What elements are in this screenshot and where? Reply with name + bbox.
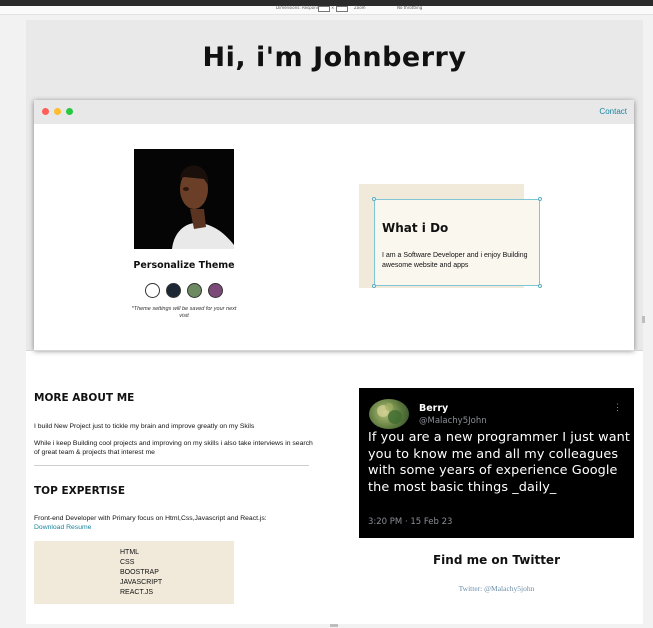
avatar <box>369 399 409 429</box>
theme-swatch-green[interactable] <box>187 283 202 298</box>
skill-item: HTML <box>120 549 140 556</box>
theme-swatch-navy[interactable] <box>166 283 181 298</box>
contact-link[interactable]: Contact <box>599 107 627 116</box>
resize-handle[interactable] <box>538 197 542 201</box>
resize-handle[interactable] <box>372 197 376 201</box>
portfolio-page: Hi, i'm Johnberry Contact Personalize Th <box>26 20 643 624</box>
expertise-text: Front-end Developer with Primary focus o… <box>34 514 319 532</box>
about-paragraph-1: I build New Project just to tickle my br… <box>34 423 255 430</box>
more-options-icon[interactable]: ⋮ <box>613 402 622 413</box>
section-divider <box>26 350 643 351</box>
hero-section: Hi, i'm Johnberry Contact Personalize Th <box>26 20 643 350</box>
minimize-dot-icon <box>54 108 61 115</box>
profile-photo <box>134 149 234 249</box>
scrollbar-handle[interactable] <box>642 316 645 323</box>
expertise-title: TOP EXPERTISE <box>34 485 125 497</box>
zoom-dropdown[interactable]: Zoom <box>354 5 366 10</box>
theme-swatch-white[interactable] <box>145 283 160 298</box>
resize-grip[interactable] <box>330 624 338 627</box>
tweet-text: If you are a new programmer I just want … <box>368 430 631 495</box>
expertise-description: Front-end Developer with Primary focus o… <box>34 515 267 522</box>
skill-item: CSS <box>120 559 135 566</box>
theme-swatch-purple[interactable] <box>208 283 223 298</box>
skills-box: HTML CSS BOOSTRAP JAVASCRIPT REACT.JS <box>34 541 234 604</box>
skill-item: BOOSTRAP <box>120 569 159 576</box>
what-i-do-card <box>374 199 540 286</box>
skill-item: REACT.JS <box>120 589 154 596</box>
what-i-do-title: What i Do <box>382 221 449 235</box>
window-title-bar: Contact <box>34 100 634 124</box>
width-input[interactable] <box>318 6 330 12</box>
twitter-profile-link[interactable]: Twitter: @Malachy5john <box>359 584 634 593</box>
hero-title: Hi, i'm Johnberry <box>202 42 467 73</box>
devtools-toolbar: Dimensions: Responsive × Zoom No throttl… <box>0 5 653 15</box>
close-dot-icon <box>42 108 49 115</box>
tweet-author-name: Berry <box>419 403 449 414</box>
tweet-author-handle: @Malachy5John <box>419 416 487 426</box>
about-paragraph-2: While i keep Building cool projects and … <box>34 440 313 456</box>
browser-window-mockup: Contact Personalize Theme *Theme setting… <box>34 100 634 350</box>
resize-handle[interactable] <box>538 284 542 288</box>
what-i-do-text: I am a Software Developer and i enjoy Bu… <box>382 252 528 269</box>
skill-item: JAVASCRIPT <box>120 579 163 586</box>
resize-handle[interactable] <box>372 284 376 288</box>
theme-note: *Theme settings will be saved for your n… <box>131 306 237 319</box>
tweet-timestamp: 3:20 PM · 15 Feb 23 <box>368 517 453 527</box>
about-title: MORE ABOUT ME <box>34 392 135 404</box>
personalize-theme-title: Personalize Theme <box>133 260 235 271</box>
maximize-dot-icon <box>66 108 73 115</box>
download-resume-link[interactable]: Download Resume <box>34 524 91 531</box>
tweet-card[interactable]: Berry @Malachy5John ⋮ If you are a new p… <box>359 388 634 538</box>
about-divider <box>34 465 309 466</box>
throttling-dropdown[interactable]: No throttling <box>397 5 422 10</box>
height-input[interactable] <box>336 6 348 12</box>
twitter-section-title: Find me on Twitter <box>432 553 560 567</box>
times-separator: × <box>331 5 335 10</box>
